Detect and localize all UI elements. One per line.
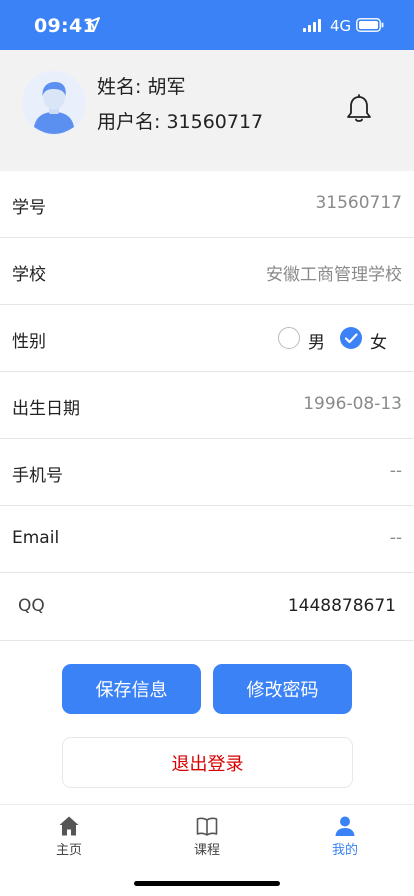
tab-home-label: 主页	[55, 843, 82, 858]
qq-value[interactable]: 1448878671	[288, 596, 396, 616]
logout-button[interactable]: 退出登录	[62, 737, 353, 788]
tab-mine-label: 我的	[331, 843, 358, 858]
phone-value[interactable]: --	[390, 461, 402, 481]
row-email: Email --	[0, 506, 414, 573]
checkmark-icon	[344, 333, 358, 344]
birthday-value[interactable]: 1996-08-13	[303, 394, 402, 414]
row-gender: 性别 男 女	[0, 305, 414, 372]
student-id-value: 31560717	[315, 193, 402, 213]
home-indicator	[134, 881, 280, 886]
gender-female-radio[interactable]	[340, 327, 362, 349]
school-value: 安徽工商管理学校	[266, 265, 402, 285]
profile-header: 姓名: 胡军 用户名: 31560717	[0, 50, 414, 171]
status-bar: 09:41 4G	[0, 0, 414, 50]
row-qq: QQ 1448878671	[0, 574, 414, 641]
row-birthday: 出生日期 1996-08-13	[0, 372, 414, 439]
email-value[interactable]: --	[390, 528, 402, 548]
phone-label: 手机号	[12, 466, 63, 486]
signal-icon	[303, 19, 321, 32]
school-label: 学校	[12, 265, 46, 285]
battery-icon	[356, 18, 384, 32]
avatar-icon[interactable]	[22, 71, 86, 135]
row-school: 学校 安徽工商管理学校	[0, 238, 414, 305]
email-label: Email	[12, 528, 60, 548]
user-icon	[335, 816, 355, 836]
save-info-button[interactable]: 保存信息	[62, 664, 201, 714]
qq-label: QQ	[18, 596, 45, 616]
row-phone: 手机号 --	[0, 439, 414, 506]
tab-courses[interactable]: 课程	[157, 805, 257, 861]
tab-home[interactable]: 主页	[19, 805, 119, 861]
profile-username: 用户名: 31560717	[97, 111, 264, 133]
gender-radio-group: 男 女	[278, 324, 388, 353]
book-icon	[196, 817, 218, 836]
tab-mine[interactable]: 我的	[295, 805, 395, 861]
tab-bar: 主页 课程 我的	[0, 804, 414, 860]
gender-label: 性别	[12, 332, 46, 352]
birthday-label: 出生日期	[12, 399, 80, 419]
home-icon	[59, 816, 79, 836]
gender-male-label[interactable]: 男	[308, 328, 325, 353]
change-password-button[interactable]: 修改密码	[213, 664, 352, 714]
student-id-label: 学号	[12, 198, 46, 218]
profile-name: 姓名: 胡军	[97, 76, 186, 98]
bell-icon[interactable]	[345, 94, 373, 124]
row-student-id: 学号 31560717	[0, 171, 414, 238]
location-arrow-icon	[86, 17, 100, 31]
gender-male-radio[interactable]	[278, 327, 300, 349]
network-label: 4G	[330, 17, 352, 35]
tab-courses-label: 课程	[193, 843, 220, 858]
gender-female-label[interactable]: 女	[370, 328, 387, 353]
